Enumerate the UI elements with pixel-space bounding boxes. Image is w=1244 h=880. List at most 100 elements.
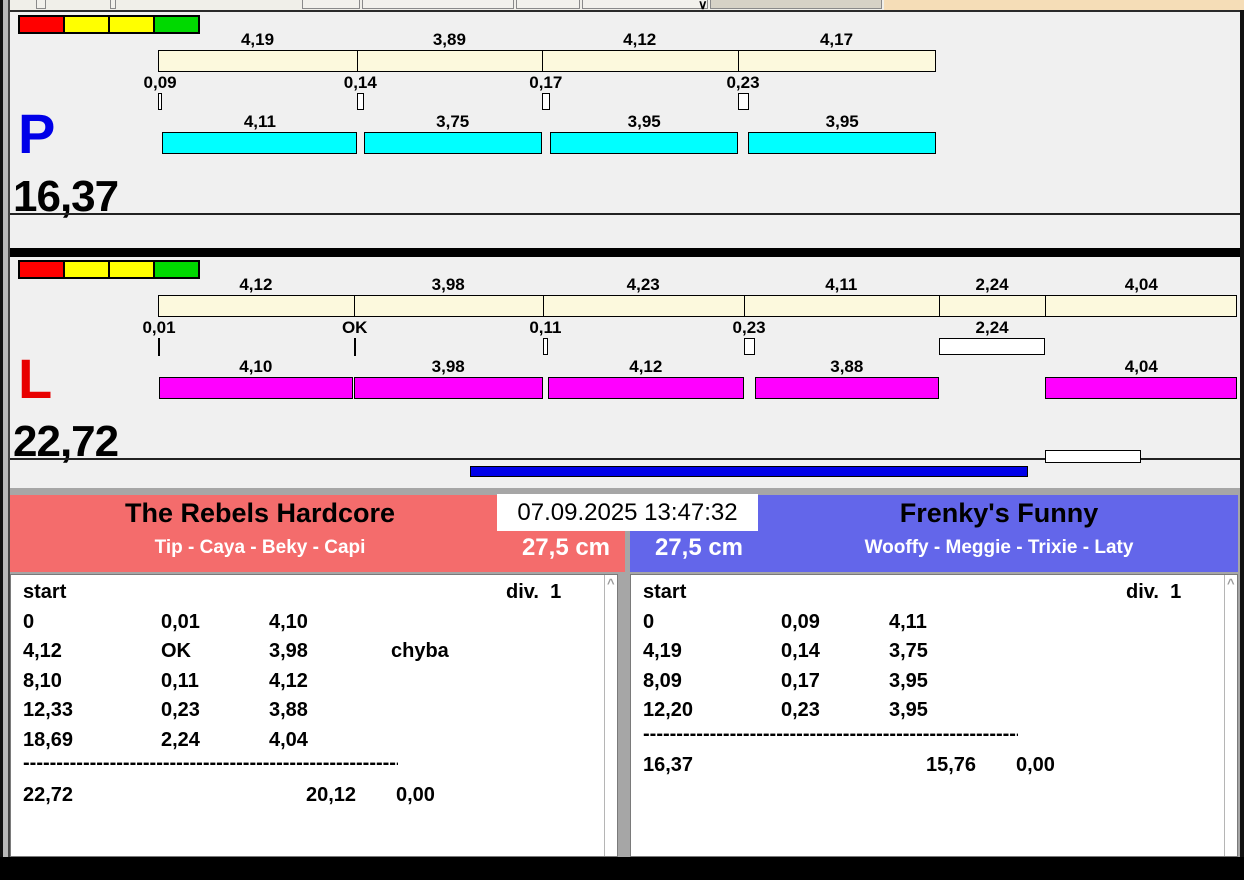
run-bar (363, 132, 542, 154)
delay-marker (938, 338, 1045, 355)
delay-time-label: 0,09 (143, 73, 177, 92)
datetime-box: 07.09.2025 13:47:32 (497, 494, 758, 531)
table-cell: 3,98 (269, 640, 308, 662)
scrollbar-track[interactable]: ^ (604, 575, 617, 856)
split-time-label: 4,12 (239, 275, 273, 294)
split-time-label: 4,04 (1124, 275, 1158, 294)
table-cell: 0 (23, 610, 35, 633)
split-bar-divider (357, 50, 358, 72)
table-head-start: start (23, 581, 67, 603)
delay-marker (737, 93, 749, 110)
table-cell: 0,01 (161, 610, 200, 633)
split-time-label: 4,17 (819, 30, 854, 49)
table-cell: 3,95 (889, 669, 928, 692)
split-time-label: 3,98 (431, 275, 465, 294)
table-total-cell: 0,00 (396, 783, 435, 806)
delay-marker (158, 93, 162, 110)
table-total-cell: 22,72 (23, 783, 74, 806)
run-time-label: 4,04 (1124, 357, 1158, 376)
delay-time-label: 0,17 (529, 73, 563, 92)
toolbar-segment (36, 0, 46, 9)
split-bar-divider (353, 295, 355, 317)
run-time-label: 4,10 (239, 357, 273, 376)
app-window: ∨ 4,19 3,89 4,12 4,17 0,09 0,14 0,17 0,23 4,11 3,… (0, 0, 1244, 880)
split-bar-divider (1045, 295, 1047, 317)
run-time-label: 3,98 (431, 357, 465, 376)
run-bar (158, 377, 354, 399)
table-separator-dashes: ----------------------------------------… (643, 722, 1018, 745)
jump-height-left: 27,5 cm (521, 534, 611, 561)
lane-section-p: 4,19 3,89 4,12 4,17 0,09 0,14 0,17 0,23 4,11 3,75… (0, 12, 1244, 219)
traffic-light (18, 15, 65, 34)
pass-tick (353, 338, 356, 356)
team-dogs-right: Wooffy - Meggie - Trixie - Laty (864, 537, 1134, 558)
traffic-light (63, 260, 110, 279)
table-cell: 0,17 (781, 669, 820, 692)
traffic-light (153, 260, 200, 279)
toolbar-segment (516, 0, 580, 9)
results-table-right: start div. 1 0 0,09 4,11 4,19 0,14 3,75 8,09 0,17… (630, 574, 1238, 857)
toolbar-segment (362, 0, 514, 9)
table-total-cell: 16,37 (643, 754, 694, 776)
split-time-label: 3,89 (432, 30, 466, 49)
table-head-start: start (643, 581, 687, 603)
split-time-label: 4,23 (626, 275, 660, 294)
table-cell: 8,10 (23, 669, 62, 692)
run-bar (162, 132, 358, 154)
toolbar-highlight-block (884, 0, 1244, 10)
table-cell: 0,14 (781, 640, 820, 662)
section-separator-line (10, 213, 1240, 215)
delay-time-label: 0,01 (142, 318, 176, 337)
table-total-cell: 15,76 (926, 754, 977, 776)
table-total-cell: 0,00 (1016, 754, 1055, 776)
delay-marker (542, 338, 548, 355)
split-time-label: 4,11 (825, 275, 858, 294)
run-time-label: 4,12 (629, 357, 663, 376)
split-bar-divider (737, 50, 739, 72)
table-cell: 3,88 (269, 699, 308, 721)
traffic-light (18, 260, 65, 279)
team-name-left: The Rebels Hardcore (124, 498, 396, 528)
split-bar-divider (542, 295, 544, 317)
pass-tick (158, 338, 160, 356)
scrollbar-track[interactable]: ^ (1224, 575, 1237, 856)
split-bar (158, 50, 936, 72)
toolbar-segment (110, 0, 116, 9)
scroll-up-arrow[interactable]: ^ (607, 576, 615, 591)
results-table-left: start div. 1 0 0,01 4,10 4,12 OK 3,98 chyba 8,10 0… (10, 574, 618, 857)
run-bar (548, 377, 744, 399)
table-cell: 3,95 (889, 699, 928, 721)
delay-time-label: 0,23 (726, 73, 760, 92)
toolbar-segment (582, 0, 708, 9)
run-time-label: 4,11 (243, 112, 276, 131)
lane-letter: L (18, 347, 53, 410)
team-dogs-left: Tip - Caya - Beky - Capi (154, 537, 366, 558)
delay-time-label: 0,23 (732, 318, 766, 337)
lane-section-l: 4,12 3,98 4,23 4,11 2,24 4,04 0,01 OK 0,11 0,23 2,… (0, 257, 1244, 464)
table-cell: 4,10 (269, 610, 308, 633)
split-bar-divider (743, 295, 745, 317)
split-time-label: 2,24 (975, 275, 1009, 294)
table-cell: 4,12 (23, 640, 62, 662)
run-time-label: 3,95 (825, 112, 859, 131)
table-cell: 0,11 (161, 669, 199, 692)
split-bar (158, 295, 1238, 317)
table-cell: chyba (391, 640, 449, 662)
table-cell: 4,04 (269, 728, 308, 751)
table-cell: 0,23 (781, 699, 820, 721)
delay-time-label: OK (341, 318, 368, 337)
delay-marker (743, 338, 755, 355)
scroll-up-arrow[interactable]: ^ (1227, 576, 1235, 591)
table-cell: 0,09 (781, 610, 820, 633)
team-name-right: Frenky's Funny (899, 498, 1099, 528)
run-time-label: 3,88 (830, 357, 864, 376)
run-bar (754, 377, 939, 399)
table-cell: 0,23 (161, 699, 200, 721)
toolbar-sliver: ∨ (0, 0, 1244, 12)
delay-time-label: 2,24 (975, 318, 1009, 337)
run-bar (1045, 377, 1238, 399)
delay-time-label: 0,11 (529, 318, 562, 337)
table-cell: 12,20 (643, 699, 694, 721)
traffic-light (153, 15, 200, 34)
traffic-light (108, 260, 155, 279)
